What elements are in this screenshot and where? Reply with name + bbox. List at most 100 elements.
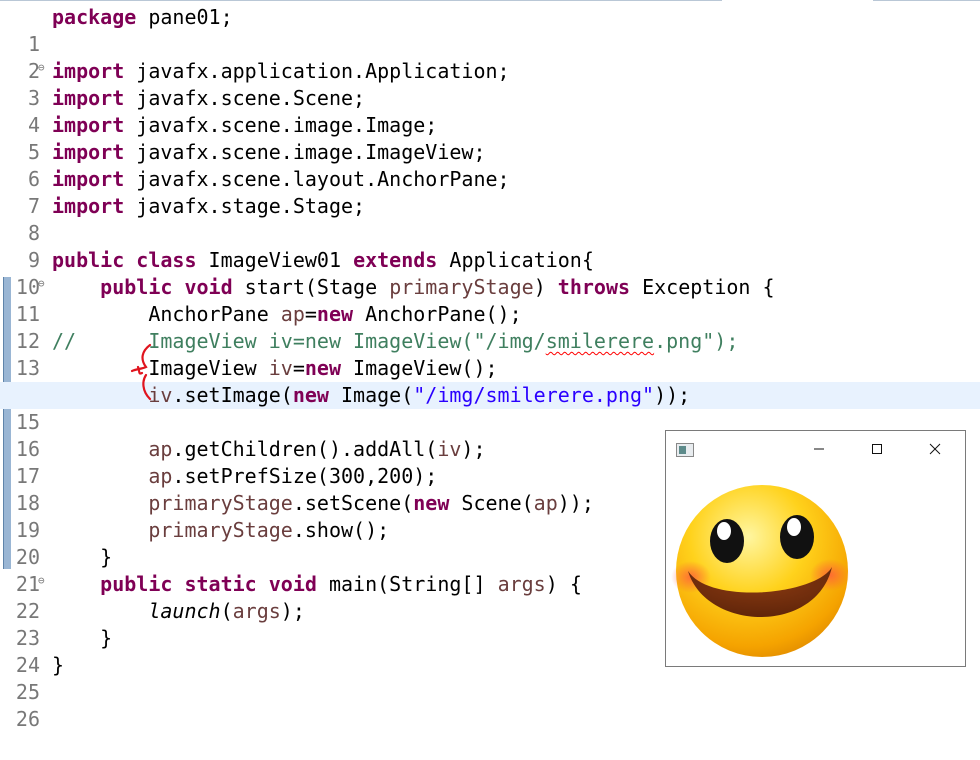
parameter: args xyxy=(232,599,281,623)
code-line[interactable]: 14 ImageView iv=new ImageView(); xyxy=(0,355,980,407)
variable: ap xyxy=(280,302,305,326)
fold-collapse-icon[interactable]: ⊖ xyxy=(38,58,45,78)
variable: iv xyxy=(148,383,173,407)
keyword: extends xyxy=(353,248,438,272)
code-line[interactable]: 13 // ImageView iv=new ImageView("/img/s… xyxy=(0,328,980,380)
code-line[interactable]: 2 xyxy=(0,31,980,83)
keyword: import xyxy=(52,113,125,137)
code-text: AnchorPane xyxy=(148,302,281,326)
close-button[interactable] xyxy=(912,431,958,467)
code-text: javafx.scene.image.Image; xyxy=(124,113,438,137)
code-text: start(Stage xyxy=(232,275,390,299)
keyword: import xyxy=(52,140,125,164)
comment-text: .png"); xyxy=(654,329,739,353)
keyword: void xyxy=(268,572,317,596)
code-text: ImageView(); xyxy=(341,356,498,380)
keyword: public xyxy=(100,572,173,596)
variable: iv xyxy=(268,356,293,380)
minimize-icon xyxy=(814,448,824,450)
maximize-button[interactable] xyxy=(854,431,900,467)
minimize-button[interactable] xyxy=(796,431,842,467)
code-text: main(String[] xyxy=(316,572,498,596)
code-text: ); xyxy=(280,599,305,623)
code-text: Exception { xyxy=(630,275,775,299)
parameter: args xyxy=(497,572,546,596)
code-text: .show(); xyxy=(292,518,390,542)
code-text: javafx.scene.layout.AnchorPane; xyxy=(124,167,510,191)
code-line[interactable]: 12 AnchorPane ap=new AnchorPane(); xyxy=(0,301,980,353)
app-icon xyxy=(676,443,694,457)
keyword: public xyxy=(100,275,173,299)
code-text: javafx.scene.Scene; xyxy=(124,86,366,110)
editor-top-border xyxy=(0,0,980,2)
code-line[interactable]: 6 import javafx.scene.image.ImageView; xyxy=(0,139,980,191)
code-text: javafx.stage.Stage; xyxy=(124,194,366,218)
code-text: ) xyxy=(533,275,558,299)
parameter: primaryStage xyxy=(389,275,534,299)
code-text: } xyxy=(100,545,113,569)
keyword: void xyxy=(184,275,233,299)
smiley-face-image xyxy=(671,485,850,657)
comment-marker: // xyxy=(52,329,77,353)
code-text: pane01; xyxy=(136,5,233,29)
code-line[interactable]: 8 import javafx.stage.Stage; xyxy=(0,193,980,245)
keyword: throws xyxy=(557,275,631,299)
keyword: import xyxy=(52,86,125,110)
code-text: } xyxy=(100,626,113,650)
keyword: new xyxy=(413,491,450,515)
code-text: ) { xyxy=(545,572,582,596)
code-text: )); xyxy=(557,491,594,515)
code-text: = xyxy=(292,356,305,380)
code-text: javafx.application.Application; xyxy=(124,59,510,83)
top-border-left xyxy=(0,0,722,1)
maximize-icon xyxy=(872,444,882,454)
string-literal: "/img/smilerere.png" xyxy=(413,383,655,407)
keyword: static xyxy=(184,572,257,596)
variable: ap xyxy=(533,491,558,515)
code-text: .setScene( xyxy=(292,491,414,515)
keyword: public xyxy=(52,248,125,272)
code-text: .getChildren().addAll( xyxy=(172,437,438,461)
code-line-current[interactable]: 15 iv.setImage(new Image("/img/smilerere… xyxy=(0,382,980,434)
code-text: Image( xyxy=(328,383,414,407)
code-text: = xyxy=(304,302,317,326)
code-text: AnchorPane(); xyxy=(353,302,522,326)
code-text: Scene( xyxy=(449,491,534,515)
variable: ap xyxy=(148,437,173,461)
keyword: package xyxy=(52,5,137,29)
code-text: .setImage( xyxy=(172,383,293,407)
code-line[interactable]: 1 package pane01; xyxy=(0,4,980,56)
javafx-app-window[interactable] xyxy=(665,430,966,667)
keyword: new xyxy=(292,383,329,407)
code-text: ImageView xyxy=(148,356,269,380)
fold-collapse-icon[interactable]: ⊖ xyxy=(38,274,45,294)
parameter: primaryStage xyxy=(148,491,293,515)
code-line[interactable]: 26 xyxy=(0,679,980,731)
fold-collapse-icon[interactable]: ⊖ xyxy=(38,571,45,591)
code-line[interactable]: 10 public class ImageView01 extends Appl… xyxy=(0,247,980,299)
window-titlebar[interactable] xyxy=(666,431,965,467)
code-line[interactable]: 9 xyxy=(0,220,980,272)
comment-text: ImageView iv=new ImageView("/img/ xyxy=(148,329,546,353)
code-line[interactable]: 4 import javafx.scene.Scene; xyxy=(0,85,980,137)
top-border-right xyxy=(873,0,980,1)
code-text: .setPrefSize(300,200); xyxy=(172,464,438,488)
keyword: new xyxy=(304,356,342,380)
keyword: new xyxy=(316,302,354,326)
code-text: javafx.scene.image.ImageView; xyxy=(124,140,486,164)
code-text: } xyxy=(52,653,65,677)
keyword: import xyxy=(52,167,125,191)
anchor-pane xyxy=(666,467,965,666)
line-number: 26 xyxy=(15,707,40,731)
code-line[interactable]: 7 import javafx.scene.layout.AnchorPane; xyxy=(0,166,980,218)
code-text: )); xyxy=(654,383,691,407)
keyword: class xyxy=(136,248,197,272)
variable: iv xyxy=(437,437,462,461)
code-line[interactable]: 11 ⊖ public void start(Stage primaryStag… xyxy=(0,274,980,326)
close-icon xyxy=(929,443,941,455)
code-line[interactable]: 3 ⊖ import javafx.application.Applicatio… xyxy=(0,58,980,110)
keyword: import xyxy=(52,59,125,83)
code-text: ImageView01 xyxy=(196,248,354,272)
spelling-warning: smilerere xyxy=(545,329,655,353)
code-line[interactable]: 5 import javafx.scene.image.Image; xyxy=(0,112,980,164)
